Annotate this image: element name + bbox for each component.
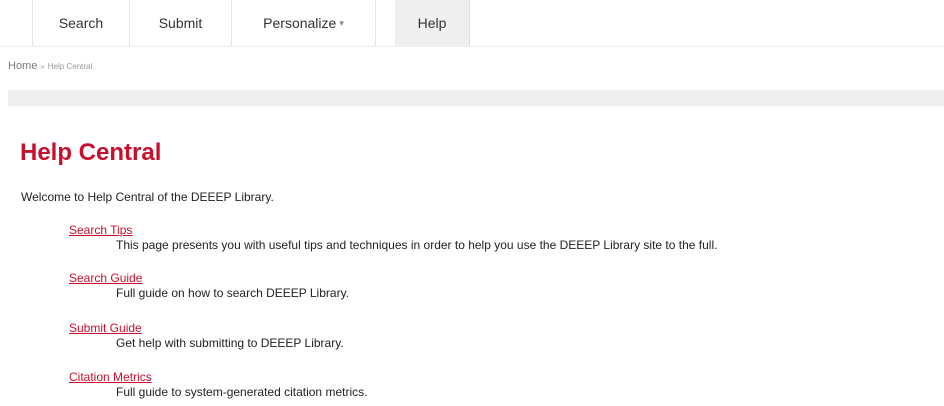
tab-submit[interactable]: Submit: [130, 0, 232, 46]
breadcrumb-current: Help Central: [47, 61, 93, 71]
tab-search-label: Search: [58, 15, 104, 31]
citation-metrics-link[interactable]: Citation Metrics: [69, 370, 152, 384]
chevron-down-icon: ▾: [339, 17, 344, 28]
breadcrumb-home-link[interactable]: Home: [8, 60, 37, 72]
welcome-text: Welcome to Help Central of the DEEEP Lib…: [21, 190, 274, 204]
top-navigation: Search Submit Personalize ▾ Help: [0, 0, 944, 47]
submit-guide-link[interactable]: Submit Guide: [69, 321, 142, 335]
page-title: Help Central: [20, 139, 162, 166]
tab-submit-label: Submit: [158, 15, 203, 31]
tab-personalize[interactable]: Personalize ▾: [232, 0, 376, 46]
breadcrumb: Home » Help Central: [8, 58, 92, 74]
page: Search Submit Personalize ▾ Help Home » …: [0, 0, 944, 406]
tab-help[interactable]: Help: [395, 0, 470, 46]
tab-personalize-label: Personalize: [263, 15, 337, 31]
content-header-bar: [8, 90, 944, 106]
tab-help-label: Help: [417, 15, 447, 31]
breadcrumb-separator: »: [40, 61, 45, 71]
search-tips-description: This page presents you with useful tips …: [116, 238, 718, 252]
search-guide-description: Full guide on how to search DEEEP Librar…: [116, 286, 350, 300]
tab-search[interactable]: Search: [32, 0, 130, 46]
search-tips-link[interactable]: Search Tips: [69, 223, 132, 237]
citation-metrics-description: Full guide to system-generated citation …: [116, 385, 368, 399]
submit-guide-description: Get help with submitting to DEEEP Librar…: [116, 336, 344, 350]
search-guide-link[interactable]: Search Guide: [69, 271, 142, 285]
